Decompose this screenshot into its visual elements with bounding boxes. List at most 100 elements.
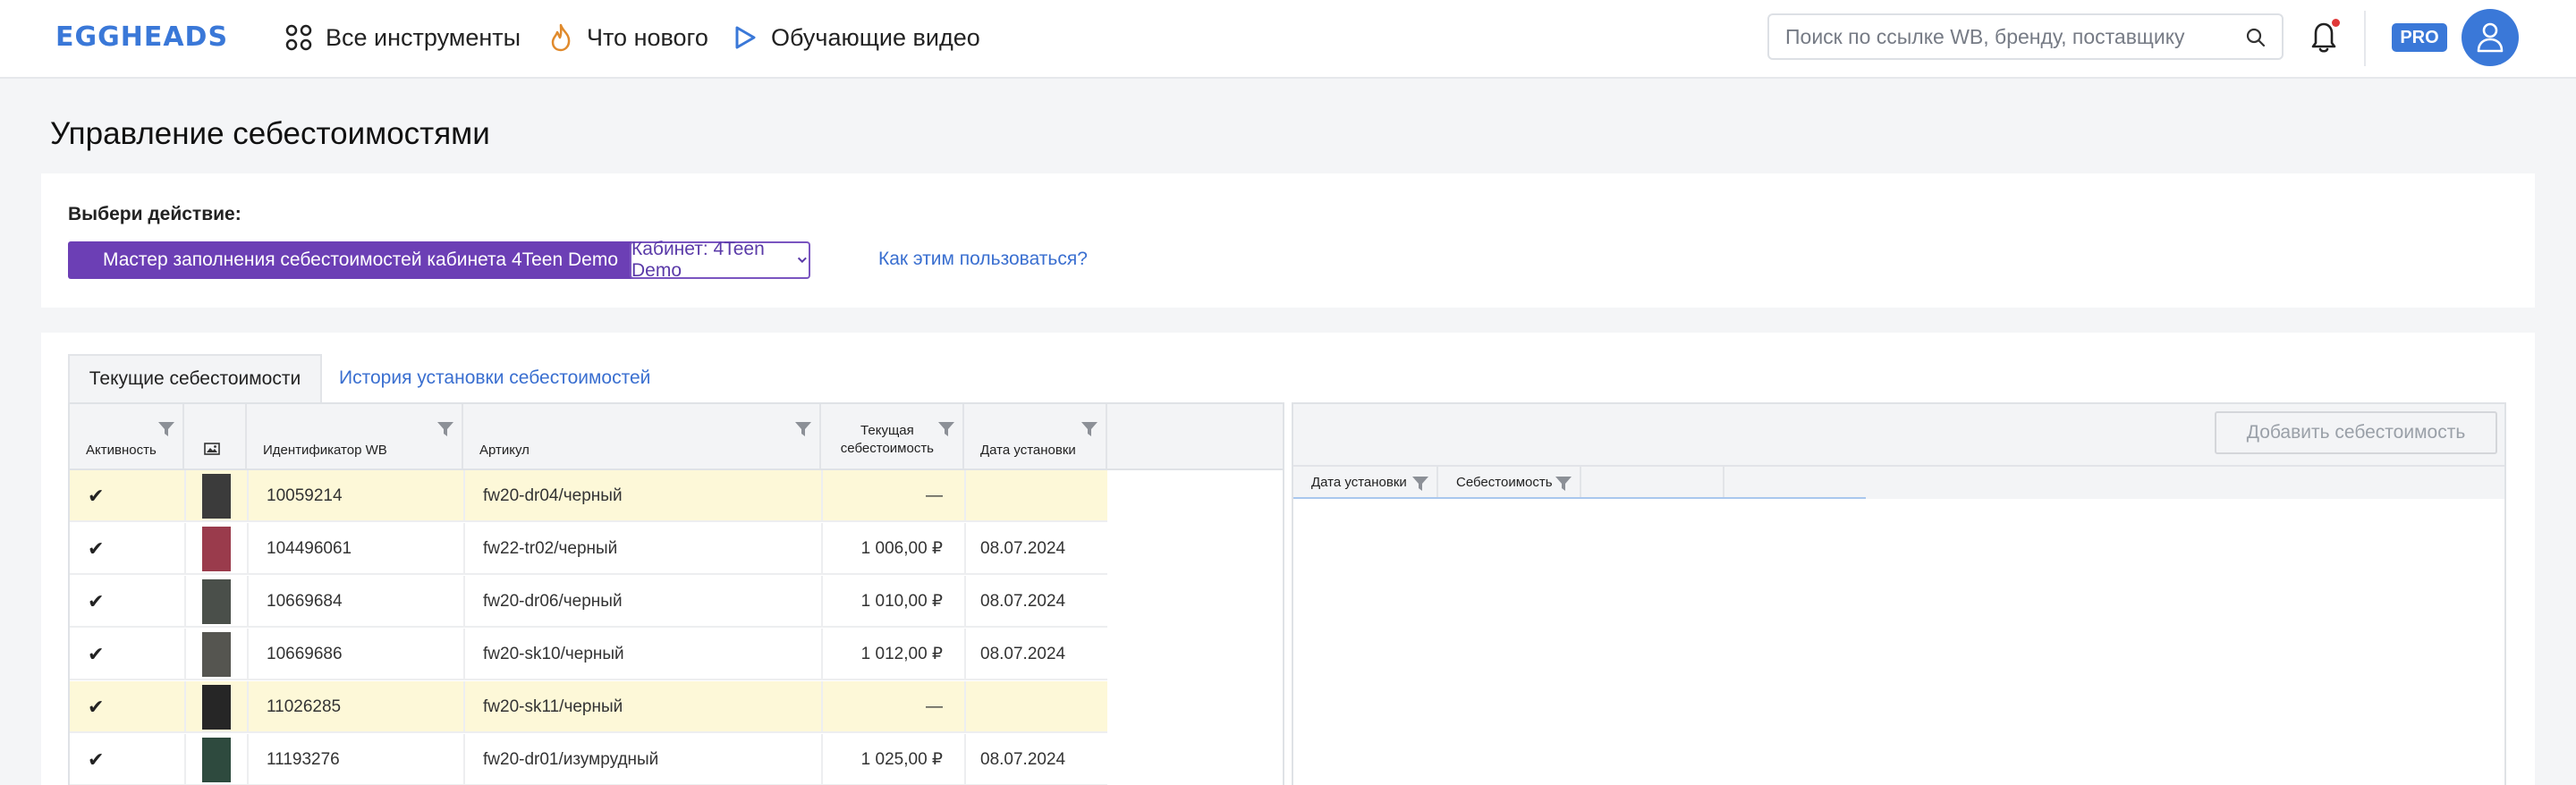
cell-divider: [184, 734, 186, 785]
cost-cell[interactable]: —: [926, 681, 943, 733]
col-article[interactable]: Артикул: [463, 404, 821, 468]
action-label: Выбери действие:: [68, 204, 242, 224]
wizard-button[interactable]: Мастер заполнения себестоимостей кабинет…: [68, 241, 653, 279]
cost-detail-grid: Добавить себестоимость Дата установки Се…: [1292, 402, 2506, 785]
nav-tutorial-videos[interactable]: Обучающие видео: [732, 20, 980, 55]
filter-icon[interactable]: [1411, 475, 1429, 493]
cell-divider: [821, 681, 823, 733]
cost-cell[interactable]: 1 012,00 ₽: [861, 629, 943, 680]
col-image[interactable]: [184, 404, 247, 468]
cost-cell[interactable]: 1 025,00 ₽: [861, 734, 943, 785]
pro-badge[interactable]: PRO: [2392, 23, 2447, 52]
image-icon: [204, 443, 220, 455]
cost-cell[interactable]: 1 010,00 ₽: [861, 576, 943, 628]
cell-divider: [964, 681, 966, 733]
detail-grid-divider: [1293, 497, 1866, 499]
active-check[interactable]: ✔: [88, 576, 104, 628]
product-thumbnail[interactable]: [202, 527, 231, 571]
date-cell: 08.07.2024: [980, 539, 1066, 558]
table-row[interactable]: ✔ 11026285 fw20-sk11/черный —: [70, 681, 1107, 733]
col-wb-id[interactable]: Идентификатор WB: [247, 404, 463, 468]
table-row[interactable]: ✔ 10669686 fw20-sk10/черный 1 012,00 ₽ 08.07…: [70, 629, 1107, 680]
cell-divider: [247, 523, 249, 575]
cell-divider: [463, 523, 465, 575]
filter-icon[interactable]: [436, 420, 454, 438]
wb-id-cell: 11026285: [267, 697, 342, 716]
detail-col-cost[interactable]: Себестоимость: [1438, 467, 1581, 499]
product-thumbnail[interactable]: [202, 685, 231, 730]
add-cost-button[interactable]: Добавить себестоимость: [2215, 411, 2497, 454]
col-current-cost[interactable]: Текущая себестоимость: [821, 404, 964, 468]
search-icon[interactable]: [2244, 26, 2267, 49]
tab-current-costs[interactable]: Текущие себестоимости: [68, 354, 322, 402]
date-cell: 08.07.2024: [980, 645, 1066, 663]
filter-icon[interactable]: [157, 420, 175, 438]
col-active[interactable]: Активность: [70, 404, 184, 468]
cell-divider: [821, 470, 823, 522]
product-thumbnail[interactable]: [202, 632, 231, 677]
cell-divider: [184, 470, 186, 522]
table-row[interactable]: ✔ 10059214 fw20-dr04/черный —: [70, 470, 1107, 522]
cell-divider: [184, 629, 186, 680]
cell-divider: [821, 734, 823, 785]
cell-divider: [463, 629, 465, 680]
filter-icon[interactable]: [794, 420, 812, 438]
filter-icon[interactable]: [1555, 475, 1572, 493]
article-cell: fw20-dr04/черный: [483, 486, 623, 505]
logo[interactable]: EGGHEADS: [55, 21, 228, 53]
wb-id-cell: 11193276: [267, 750, 340, 769]
wb-id-cell: 104496061: [267, 539, 352, 558]
detail-col-date[interactable]: Дата установки: [1293, 467, 1438, 499]
active-check[interactable]: ✔: [88, 470, 104, 522]
wb-id-cell: 10669684: [267, 592, 343, 611]
top-header: EGGHEADS Все инструменты Что нового Обуч…: [0, 0, 2576, 79]
detail-toolbar: Добавить себестоимость: [1293, 404, 2504, 465]
col-current-cost-line1: Текущая: [860, 423, 914, 438]
nav-whats-new-label: Что нового: [587, 23, 708, 51]
cost-cell[interactable]: —: [926, 470, 943, 522]
nav-whats-new[interactable]: Что нового: [547, 20, 708, 55]
col-date[interactable]: Дата установки: [964, 404, 1107, 468]
table-row[interactable]: ✔ 104496061 fw22-tr02/черный 1 006,00 ₽ 08.0…: [70, 523, 1107, 575]
cabinet-select-label: Кабинет: 4Teen Demo: [631, 239, 765, 281]
avatar[interactable]: [2462, 9, 2519, 66]
article-cell: fw20-sk11/черный: [483, 697, 623, 716]
howto-link[interactable]: Как этим пользоваться?: [878, 249, 1088, 270]
flame-icon: [551, 23, 571, 52]
grid-icon: [285, 24, 312, 51]
wb-id-cell: 10059214: [267, 486, 343, 505]
cell-divider: [964, 734, 966, 785]
product-thumbnail[interactable]: [202, 474, 231, 519]
cell-divider: [247, 681, 249, 733]
nav-all-tools[interactable]: Все инструменты: [284, 20, 521, 55]
date-cell: 08.07.2024: [980, 592, 1066, 611]
filter-icon[interactable]: [1080, 420, 1098, 438]
detail-col-date-label: Дата установки: [1311, 475, 1407, 490]
table-row[interactable]: ✔ 10669684 fw20-dr06/черный 1 010,00 ₽ 08.07…: [70, 576, 1107, 628]
filter-icon[interactable]: [937, 420, 955, 438]
cell-divider: [247, 629, 249, 680]
cell-divider: [463, 734, 465, 785]
active-check[interactable]: ✔: [88, 681, 104, 733]
cell-divider: [964, 470, 966, 522]
product-thumbnail[interactable]: [202, 738, 231, 782]
cabinet-select[interactable]: Кабинет: 4Teen Demo: [630, 239, 810, 281]
detail-grid-header: Дата установки Себестоимость: [1293, 465, 2504, 499]
col-current-cost-line2: себестоимость: [840, 441, 934, 456]
search-input[interactable]: [1785, 15, 2233, 58]
cell-divider: [821, 523, 823, 575]
cell-divider: [821, 576, 823, 628]
cell-divider: [964, 629, 966, 680]
active-check[interactable]: ✔: [88, 734, 104, 785]
cost-cell[interactable]: 1 006,00 ₽: [861, 523, 943, 575]
play-icon: [735, 26, 756, 49]
product-thumbnail[interactable]: [202, 579, 231, 624]
active-check[interactable]: ✔: [88, 629, 104, 680]
tab-cost-history[interactable]: История установки себестоимостей: [339, 354, 650, 402]
active-check[interactable]: ✔: [88, 523, 104, 575]
cell-divider: [247, 576, 249, 628]
table-row[interactable]: ✔ 11193276 fw20-dr01/изумрудный 1 025,00 ₽ 0…: [70, 734, 1107, 785]
search-box: [1767, 13, 2284, 60]
cell-divider: [964, 523, 966, 575]
nav-all-tools-label: Все инструменты: [326, 23, 521, 51]
